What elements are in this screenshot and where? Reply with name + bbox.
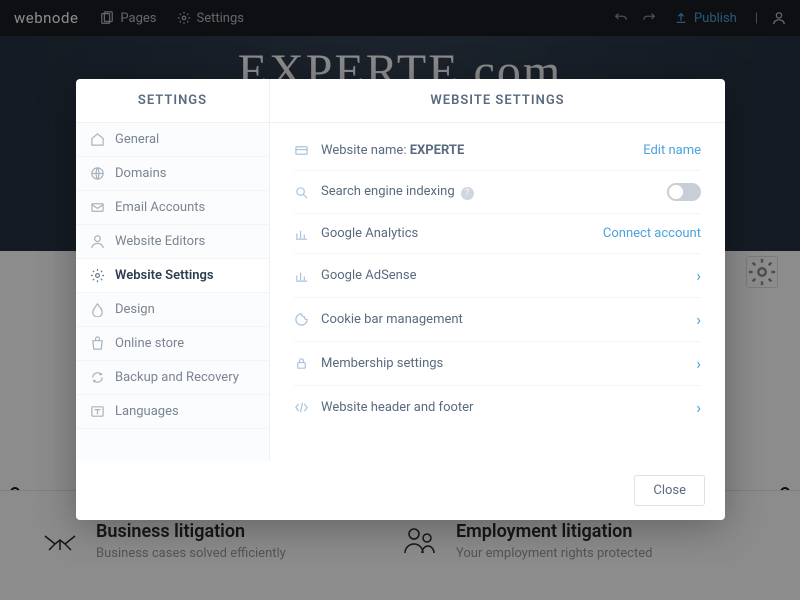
settings-modal: SETTINGS WEBSITE SETTINGS General Domain… xyxy=(76,79,725,520)
chevron-right-icon: › xyxy=(696,266,701,285)
help-icon[interactable]: ? xyxy=(461,187,474,200)
connect-account-link[interactable]: Connect account xyxy=(603,226,701,241)
lock-icon xyxy=(294,356,309,371)
modal-header: SETTINGS WEBSITE SETTINGS xyxy=(76,79,725,123)
sidebar-item-label: Design xyxy=(115,302,155,317)
sidebar-item-label: Website Editors xyxy=(115,234,205,249)
chevron-right-icon: › xyxy=(696,398,701,417)
cookie-icon xyxy=(294,312,309,327)
sidebar-item-label: Backup and Recovery xyxy=(115,370,239,385)
sidebar-item-label: Online store xyxy=(115,336,184,351)
sidebar-item-label: Website Settings xyxy=(115,268,214,283)
sidebar-item-label: Email Accounts xyxy=(115,200,205,215)
row-membership[interactable]: Membership settings › xyxy=(294,342,701,386)
seo-toggle[interactable] xyxy=(667,183,701,201)
content-title: WEBSITE SETTINGS xyxy=(270,79,725,122)
language-icon xyxy=(90,404,105,419)
row-website-name: Website name: EXPERTE Edit name xyxy=(294,131,701,171)
row-cookie[interactable]: Cookie bar management › xyxy=(294,298,701,342)
user-icon xyxy=(90,234,105,249)
code-icon xyxy=(294,400,309,415)
sidebar-item-general[interactable]: General xyxy=(76,123,269,157)
chart-icon xyxy=(294,226,309,241)
row-seo: Search engine indexing? xyxy=(294,171,701,214)
sidebar-title: SETTINGS xyxy=(76,79,270,122)
home-icon xyxy=(90,132,105,147)
row-label: Membership settings xyxy=(321,356,696,371)
drop-icon xyxy=(90,302,105,317)
row-analytics: Google Analytics Connect account xyxy=(294,214,701,254)
sidebar-item-design[interactable]: Design xyxy=(76,293,269,327)
row-label: Website header and footer xyxy=(321,400,696,415)
row-header-footer[interactable]: Website header and footer › xyxy=(294,386,701,429)
search-icon xyxy=(294,185,309,200)
sidebar-item-store[interactable]: Online store xyxy=(76,327,269,361)
sidebar-item-languages[interactable]: Languages xyxy=(76,395,269,429)
bag-icon xyxy=(90,336,105,351)
row-label: Search engine indexing? xyxy=(321,184,667,200)
modal-footer: Close xyxy=(76,461,725,520)
sidebar-item-label: General xyxy=(115,132,159,147)
sidebar-item-backup[interactable]: Backup and Recovery xyxy=(76,361,269,395)
chevron-right-icon: › xyxy=(696,310,701,329)
row-label: Website name: EXPERTE xyxy=(321,143,643,158)
globe-icon xyxy=(90,166,105,181)
row-label: Google AdSense xyxy=(321,268,696,283)
edit-name-link[interactable]: Edit name xyxy=(643,143,701,158)
close-button[interactable]: Close xyxy=(634,475,705,506)
sidebar-item-email[interactable]: Email Accounts xyxy=(76,191,269,225)
settings-content: Website name: EXPERTE Edit name Search e… xyxy=(270,123,725,461)
refresh-icon xyxy=(90,370,105,385)
settings-sidebar: General Domains Email Accounts Website E… xyxy=(76,123,270,461)
row-label: Cookie bar management xyxy=(321,312,696,327)
mail-icon xyxy=(90,200,105,215)
card-icon xyxy=(294,143,309,158)
sidebar-item-label: Domains xyxy=(115,166,166,181)
sidebar-item-domains[interactable]: Domains xyxy=(76,157,269,191)
sidebar-item-website-settings[interactable]: Website Settings xyxy=(76,259,269,293)
row-label: Google Analytics xyxy=(321,226,603,241)
sidebar-item-label: Languages xyxy=(115,404,179,419)
gear-icon xyxy=(90,268,105,283)
row-adsense[interactable]: Google AdSense › xyxy=(294,254,701,298)
chart-icon xyxy=(294,268,309,283)
chevron-right-icon: › xyxy=(696,354,701,373)
sidebar-item-editors[interactable]: Website Editors xyxy=(76,225,269,259)
